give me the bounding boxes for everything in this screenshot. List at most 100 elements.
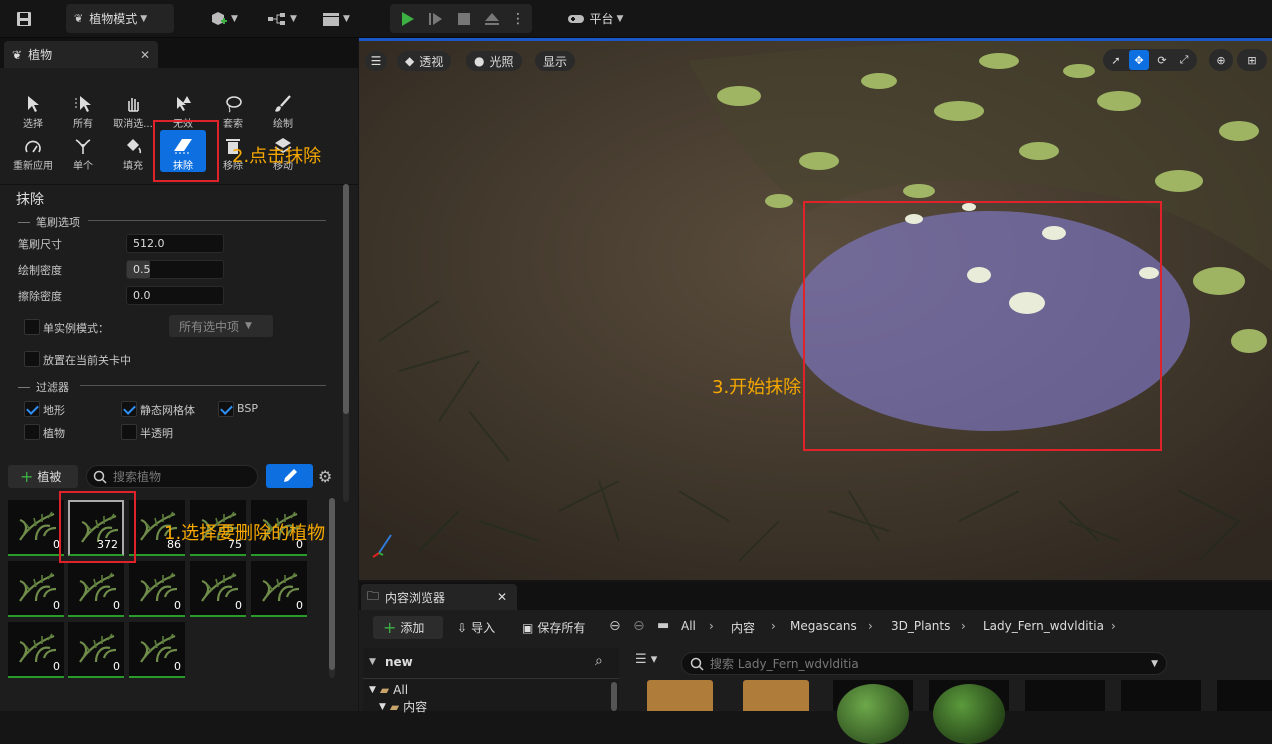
tree-item-content[interactable]: ▼ ▰ 内容 <box>379 698 427 715</box>
tool-fill[interactable]: 填充 <box>110 130 156 172</box>
breadcrumb-megascans[interactable]: Megascans <box>790 619 857 633</box>
place-in-level-label: 放置在当前关卡中 <box>43 354 131 367</box>
asset-thumbnail[interactable] <box>833 680 913 744</box>
asset-thumbnail[interactable] <box>1025 680 1105 711</box>
edit-filter-button[interactable] <box>266 464 313 488</box>
tool-select[interactable]: 选择 <box>10 88 56 130</box>
main-toolbar: ❦ 植物模式 ▼ ▼ ▼ ▼ ⋮ 平台 ▼ <box>0 0 1272 38</box>
rotate-icon[interactable]: ⟳ <box>1153 51 1171 69</box>
chevron-down-icon: ▼ <box>379 701 386 712</box>
more-options-icon[interactable]: ⋮ <box>508 5 528 32</box>
tool-reapply[interactable]: 重新应用 <box>10 130 56 172</box>
foliage-search-input[interactable]: 搜索植物 <box>86 465 258 488</box>
tool-single[interactable]: 单个 <box>60 130 106 172</box>
lit-button[interactable]: ● 光照 <box>466 51 522 71</box>
filter-translucent-checkbox[interactable] <box>121 424 137 440</box>
single-instance-dropdown[interactable]: 所有选中项 ▼ <box>169 315 273 337</box>
reapply-icon <box>25 140 41 153</box>
paint-density-slider[interactable]: 0.5 <box>126 260 224 279</box>
tool-label: 单个 <box>73 161 93 172</box>
erase-density-input[interactable]: 0.0 <box>126 286 224 305</box>
asset-thumbnail[interactable] <box>1217 680 1272 711</box>
perspective-button[interactable]: ◆ 透视 <box>397 51 452 71</box>
filter-landscape-checkbox[interactable] <box>24 401 40 417</box>
single-instance-checkbox[interactable] <box>24 319 40 335</box>
paint-density-value: 0.5 <box>133 263 151 276</box>
breadcrumb-3d-plants[interactable]: 3D_Plants <box>891 619 950 633</box>
foliage-thumbnail[interactable]: 0 <box>8 561 64 617</box>
annotation-step2: 2.点击抹除 <box>232 146 322 167</box>
save-all-button[interactable]: ▣ 保存所有 <box>522 619 585 636</box>
import-button[interactable]: ⇩ 导入 <box>457 619 495 636</box>
scale-icon[interactable]: ⤢ <box>1175 51 1193 69</box>
back-icon[interactable]: ⊖ <box>609 618 621 634</box>
search-icon <box>690 657 704 671</box>
breadcrumb-all[interactable]: All <box>681 619 696 633</box>
save-icon[interactable] <box>10 5 38 32</box>
translate-icon[interactable]: ✥ <box>1129 50 1149 70</box>
dropdown-value: 所有选中项 <box>179 319 240 334</box>
mode-dropdown[interactable]: ❦ 植物模式 ▼ <box>66 4 174 33</box>
foliage-thumbnail[interactable]: 0 <box>129 622 185 678</box>
filter-bsp-checkbox[interactable] <box>218 401 234 417</box>
play-icon[interactable] <box>396 5 420 32</box>
gear-icon[interactable]: ⚙ <box>318 467 332 486</box>
search-icon[interactable]: ⌕ <box>595 653 603 669</box>
foliage-thumbnail[interactable]: 0 <box>8 500 64 556</box>
breadcrumb-content[interactable]: 内容 <box>731 619 755 636</box>
asset-thumbnail[interactable] <box>929 680 1009 744</box>
eject-icon[interactable] <box>480 5 504 32</box>
instance-count: 0 <box>113 599 120 612</box>
mode-label: 植物模式 <box>89 12 138 26</box>
foliage-thumbnail[interactable]: 0 <box>129 561 185 617</box>
scrollbar-thumb[interactable] <box>329 498 335 670</box>
filter-landscape-label: 地形 <box>43 404 65 417</box>
close-icon[interactable]: ✕ <box>497 590 507 604</box>
instance-count: 0 <box>113 660 120 673</box>
details-scrollbar[interactable] <box>343 184 349 502</box>
add-actor-button[interactable]: ▼ <box>204 5 244 32</box>
filter-static-mesh-checkbox[interactable] <box>121 401 137 417</box>
filter-icon[interactable]: ☰ ▾ <box>635 652 657 667</box>
cinematics-button[interactable]: ▼ <box>316 5 356 32</box>
foliage-thumbnail[interactable]: 0 <box>251 561 307 617</box>
foliage-thumbnail[interactable]: 0 <box>8 622 64 678</box>
select-arrow-icon[interactable]: ➚ <box>1107 51 1125 69</box>
filter-foliage-checkbox[interactable] <box>24 424 40 440</box>
tool-paint[interactable]: 绘制 <box>260 88 306 130</box>
globe-icon[interactable]: ⊕ <box>1209 49 1233 71</box>
place-in-level-checkbox[interactable] <box>24 351 40 367</box>
content-browser-tab[interactable]: 🗀 内容浏览器 ✕ <box>361 584 517 610</box>
surface-snap-icon[interactable]: ⊞ <box>1237 49 1267 71</box>
level-viewport[interactable]: ☰ ◆ 透视 ● 光照 显示 ➚ ✥ ⟳ ⤢ ⊕ ⊞ 3.开始抹除 <box>359 38 1272 580</box>
fern-icon <box>19 633 57 663</box>
tree-scrollbar[interactable] <box>611 682 617 711</box>
close-icon[interactable]: ✕ <box>140 48 150 62</box>
blueprint-button[interactable]: ▼ <box>262 5 302 32</box>
foliage-thumbnail[interactable]: 0 <box>68 561 124 617</box>
tree-item-all[interactable]: ▼ ▰ All <box>369 683 408 697</box>
asset-folder[interactable] <box>743 680 809 711</box>
breadcrumb-lady-fern[interactable]: Lady_Fern_wdvlditia <box>983 619 1104 633</box>
asset-folder[interactable] <box>647 680 713 711</box>
foliage-tab[interactable]: ❦ 植物 ✕ <box>4 41 158 68</box>
grid-scrollbar[interactable] <box>329 498 335 678</box>
forward-icon[interactable]: ⊖ <box>633 618 645 634</box>
asset-thumbnail[interactable] <box>1121 680 1201 711</box>
foliage-thumbnail[interactable]: 0 <box>68 622 124 678</box>
tree-header[interactable]: new <box>385 655 413 669</box>
tool-deselect[interactable]: 取消选... <box>110 88 156 130</box>
asset-search-input[interactable]: 搜索 Lady_Fern_wdvlditia ▼ <box>681 652 1167 675</box>
foliage-thumbnail[interactable]: 0 <box>190 561 246 617</box>
cube-add-icon <box>212 11 228 25</box>
scrollbar-thumb[interactable] <box>343 184 349 414</box>
stop-icon[interactable] <box>452 5 476 32</box>
viewport-menu-button[interactable]: ☰ <box>365 51 387 71</box>
show-button[interactable]: 显示 <box>535 51 576 71</box>
cb-add-button[interactable]: + 添加 <box>373 616 443 639</box>
platform-dropdown[interactable]: 平台 ▼ <box>560 5 630 32</box>
step-icon[interactable] <box>424 5 448 32</box>
tool-select-all[interactable]: 所有 <box>60 88 106 130</box>
add-foliage-button[interactable]: + 植被 <box>8 465 78 488</box>
brush-size-input[interactable]: 512.0 <box>126 234 224 253</box>
